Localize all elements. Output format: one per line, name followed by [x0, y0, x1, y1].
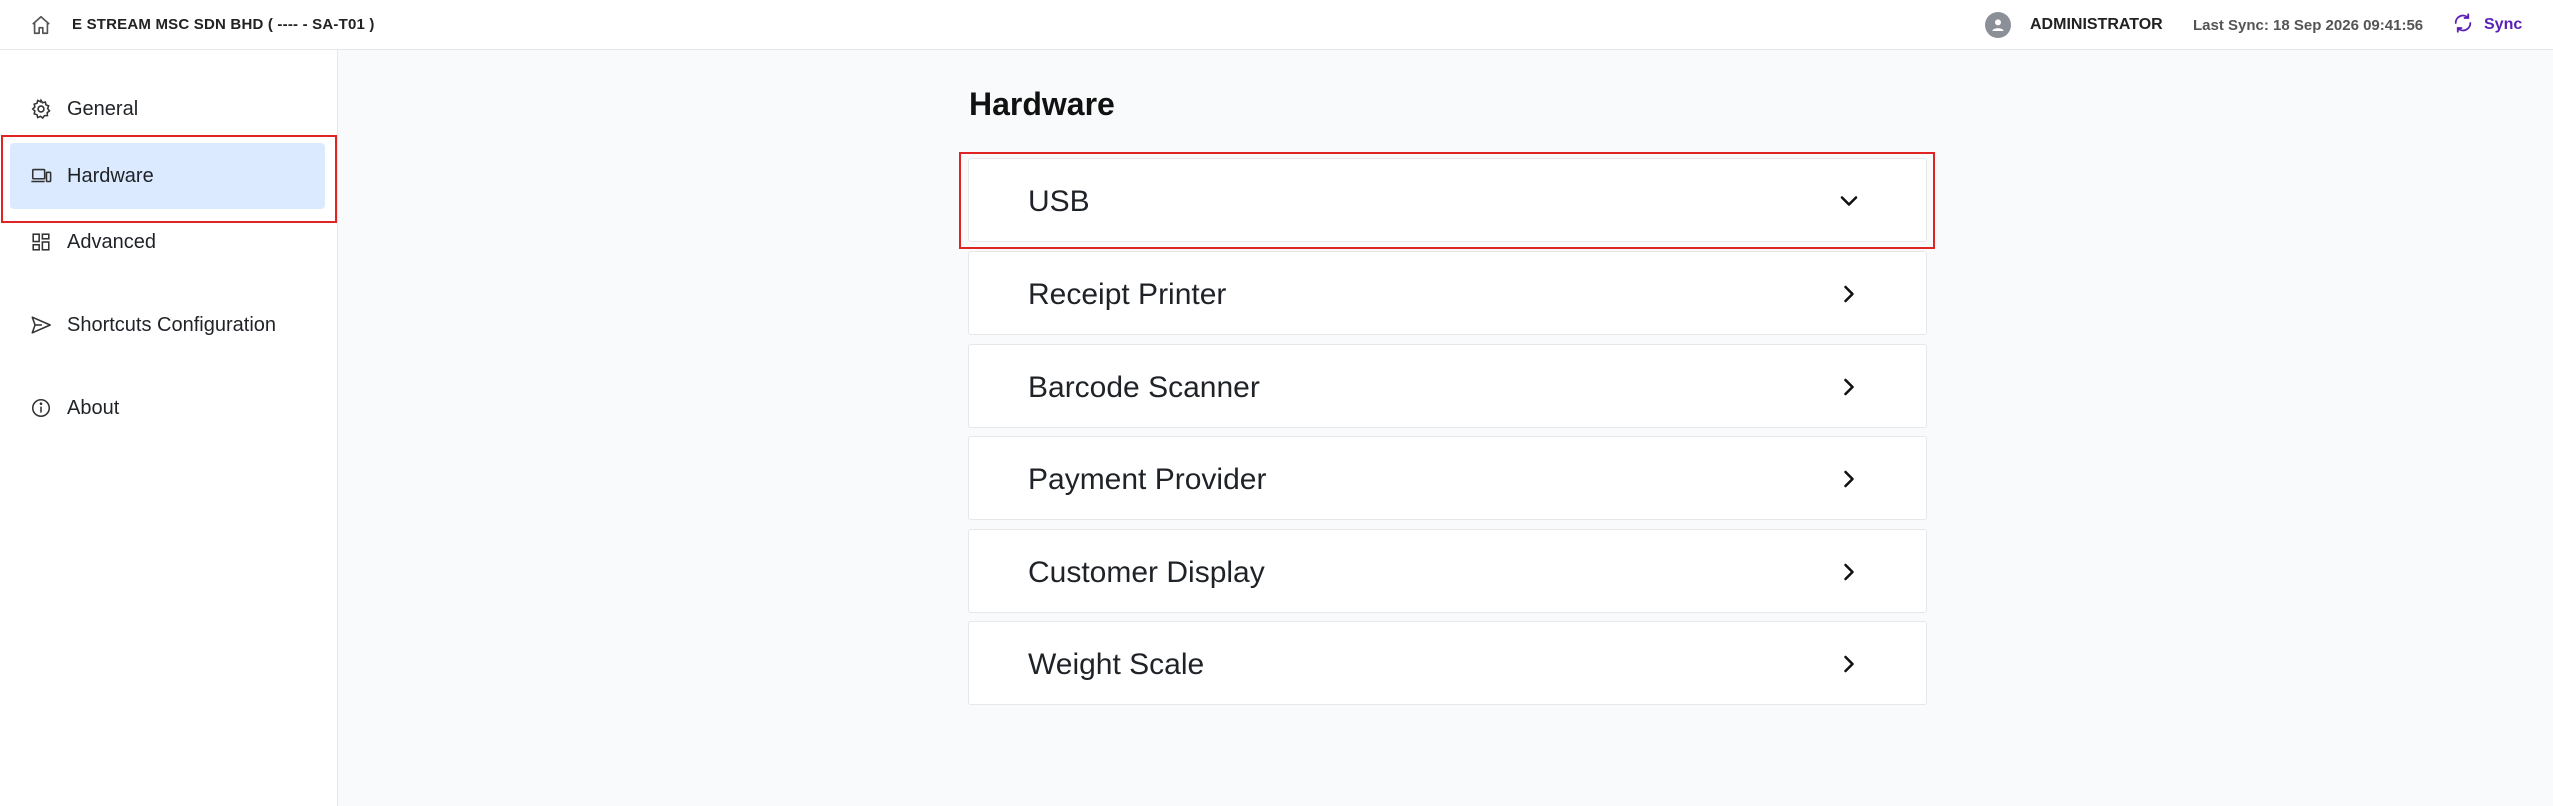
sidebar-item-label: Hardware: [67, 164, 154, 187]
section-label: Barcode Scanner: [1028, 371, 1260, 404]
sidebar-item-label: Shortcuts Configuration: [67, 313, 277, 336]
chevron-right-icon: [1837, 375, 1861, 399]
last-sync-text: Last Sync: 18 Sep 2026 09:41:56: [2193, 17, 2424, 34]
sidebar-item-hardware[interactable]: Hardware: [10, 143, 325, 209]
chevron-right-icon: [1837, 560, 1861, 584]
section-payment-provider[interactable]: Payment Provider: [968, 436, 1927, 520]
grid-icon: [30, 231, 52, 253]
home-icon[interactable]: [30, 14, 52, 36]
section-barcode-scanner[interactable]: Barcode Scanner: [968, 344, 1927, 428]
section-label: Payment Provider: [1028, 463, 1267, 496]
page-title: Hardware: [969, 86, 1115, 122]
section-label: USB: [1028, 185, 1090, 218]
section-usb[interactable]: USB: [968, 158, 1927, 242]
sidebar-item-shortcuts-configuration[interactable]: Shortcuts Configuration: [10, 292, 325, 358]
top-bar: E STREAM MSC SDN BHD ( ---- - SA-T01 ) A…: [0, 0, 2553, 50]
section-label: Weight Scale: [1028, 648, 1205, 681]
chevron-down-icon: [1837, 189, 1861, 213]
sidebar-item-general[interactable]: General: [10, 76, 325, 142]
send-icon: [30, 314, 52, 336]
sync-label: Sync: [2484, 16, 2523, 33]
sidebar-item-label: General: [67, 97, 139, 120]
company-name: E STREAM MSC SDN BHD ( ---- - SA-T01 ): [72, 16, 375, 33]
section-receipt-printer[interactable]: Receipt Printer: [968, 251, 1927, 335]
sidebar-item-label: Advanced: [67, 230, 156, 253]
sidebar-item-label: About: [67, 396, 120, 419]
section-customer-display[interactable]: Customer Display: [968, 529, 1927, 613]
section-label: Receipt Printer: [1028, 278, 1227, 311]
sidebar: General Hardware Advanced Shortcuts Conf…: [0, 50, 338, 806]
section-weight-scale[interactable]: Weight Scale: [968, 621, 1927, 705]
sidebar-item-about[interactable]: About: [10, 375, 325, 441]
sidebar-item-advanced[interactable]: Advanced: [10, 209, 325, 275]
devices-icon: [30, 165, 52, 187]
sync-icon: [2452, 12, 2474, 39]
chevron-right-icon: [1837, 652, 1861, 676]
sync-button[interactable]: Sync: [2452, 11, 2522, 39]
chevron-right-icon: [1837, 282, 1861, 306]
chevron-right-icon: [1837, 467, 1861, 491]
gear-icon: [30, 98, 52, 120]
username: ADMINISTRATOR: [2030, 16, 2163, 33]
info-icon: [30, 397, 52, 419]
section-label: Customer Display: [1028, 556, 1265, 589]
user-avatar-icon[interactable]: [1985, 12, 2011, 38]
